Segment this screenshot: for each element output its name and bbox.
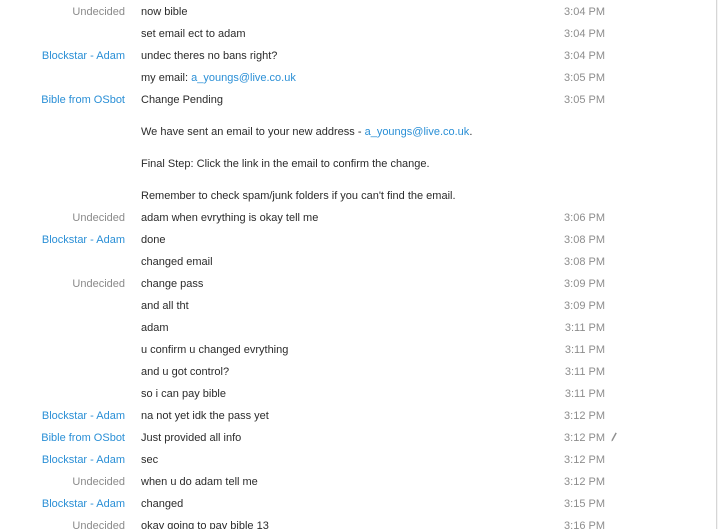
message-text: Final Step: Click the link in the email …: [141, 158, 430, 170]
timestamp: 3:08 PM: [564, 234, 605, 246]
message-row: and u got control? 3:11 PM: [0, 361, 716, 383]
timestamp: 3:04 PM: [564, 50, 605, 62]
message-row: Blockstar - Adam changed 3:15 PM: [0, 493, 716, 515]
timestamp: 3:12 PM: [564, 454, 605, 466]
message-row: Blockstar - Adam undec theres no bans ri…: [0, 45, 716, 67]
message-text: Just provided all info: [141, 432, 242, 444]
message-text: my email: a_youngs@live.co.uk: [141, 72, 296, 84]
message-text-prefix: We have sent an email to your new addres…: [141, 126, 365, 138]
message-row: u confirm u changed evrything 3:11 PM: [0, 339, 716, 361]
message-text: sec: [141, 454, 159, 466]
timestamp: 3:04 PM: [564, 28, 605, 40]
message-row: Blockstar - Adam na not yet idk the pass…: [0, 405, 716, 427]
sender-name[interactable]: Undecided: [0, 520, 125, 529]
sender-name[interactable]: Undecided: [0, 6, 125, 18]
message-row: Undecided okay going to pay bible 13 3:1…: [0, 515, 716, 529]
message-text: undec theres no bans right?: [141, 50, 278, 62]
message-row: changed email 3:08 PM: [0, 251, 716, 273]
message-text: changed email: [141, 256, 213, 268]
timestamp: 3:11 PM: [564, 344, 605, 356]
message-row: Undecided now bible 3:04 PM: [0, 1, 716, 23]
sender-name[interactable]: Undecided: [0, 278, 125, 290]
timestamp: 3:09 PM: [564, 278, 605, 290]
message-text: Remember to check spam/junk folders if y…: [141, 190, 456, 202]
timestamp: 3:08 PM: [564, 256, 605, 268]
message-row: my email: a_youngs@live.co.uk 3:05 PM: [0, 67, 716, 89]
message-text: okay going to pay bible 13: [141, 520, 269, 529]
sender-name[interactable]: Undecided: [0, 212, 125, 224]
email-link[interactable]: a_youngs@live.co.uk: [365, 126, 470, 138]
message-text: done: [141, 234, 166, 246]
message-text: now bible: [141, 6, 188, 18]
sender-name[interactable]: Blockstar - Adam: [0, 234, 125, 246]
timestamp: 3:12 PM: [564, 432, 605, 444]
timestamp: 3:09 PM: [564, 300, 605, 312]
message-row: We have sent an email to your new addres…: [0, 111, 716, 143]
message-text: changed: [141, 498, 184, 510]
message-text: when u do adam tell me: [141, 476, 258, 488]
message-text: na not yet idk the pass yet: [141, 410, 269, 422]
timestamp: 3:06 PM: [564, 212, 605, 224]
message-row: set email ect to adam 3:04 PM: [0, 23, 716, 45]
message-text: Change Pending: [141, 94, 223, 106]
message-row: Undecided adam when evrything is okay te…: [0, 207, 716, 229]
message-text: so i can pay bible: [141, 388, 226, 400]
timestamp: 3:16 PM: [564, 520, 605, 529]
message-row: Bible from OSbot Just provided all info …: [0, 427, 716, 449]
message-text-prefix: my email:: [141, 72, 192, 84]
message-row: Blockstar - Adam sec 3:12 PM: [0, 449, 716, 471]
message-row: Bible from OSbot Change Pending 3:05 PM: [0, 89, 716, 111]
timestamp: 3:12 PM: [564, 476, 605, 488]
timestamp: 3:15 PM: [564, 498, 605, 510]
sender-name[interactable]: Blockstar - Adam: [0, 50, 125, 62]
message-row: Blockstar - Adam done 3:08 PM: [0, 229, 716, 251]
timestamp: 3:11 PM: [564, 388, 605, 400]
pencil-icon[interactable]: [611, 432, 617, 442]
timestamp: 3:05 PM: [564, 94, 605, 106]
message-text: We have sent an email to your new addres…: [141, 126, 472, 138]
sender-name[interactable]: Undecided: [0, 476, 125, 488]
timestamp: 3:11 PM: [564, 322, 605, 334]
sender-name[interactable]: Bible from OSbot: [0, 94, 125, 106]
message-row: adam 3:11 PM: [0, 317, 716, 339]
timestamp: 3:12 PM: [564, 410, 605, 422]
message-text: and u got control?: [141, 366, 230, 378]
sender-name[interactable]: Blockstar - Adam: [0, 454, 125, 466]
message-row: so i can pay bible 3:11 PM: [0, 383, 716, 405]
timestamp: 3:11 PM: [564, 366, 605, 378]
message-row: Remember to check spam/junk folders if y…: [0, 175, 716, 207]
message-row: Undecided change pass 3:09 PM: [0, 273, 716, 295]
sender-name[interactable]: Blockstar - Adam: [0, 498, 125, 510]
message-text: set email ect to adam: [141, 28, 246, 40]
message-text: adam: [141, 322, 169, 334]
message-text: change pass: [141, 278, 204, 290]
sender-name[interactable]: Blockstar - Adam: [0, 410, 125, 422]
message-text: adam when evrything is okay tell me: [141, 212, 319, 224]
message-text: and all tht: [141, 300, 189, 312]
message-row: and all tht 3:09 PM: [0, 295, 716, 317]
message-row: Undecided when u do adam tell me 3:12 PM: [0, 471, 716, 493]
message-text: u confirm u changed evrything: [141, 344, 289, 356]
email-link[interactable]: a_youngs@live.co.uk: [191, 72, 296, 84]
timestamp: 3:05 PM: [564, 72, 605, 84]
timestamp: 3:04 PM: [564, 6, 605, 18]
chat-transcript: Undecided now bible 3:04 PM set email ec…: [0, 1, 716, 529]
sender-name[interactable]: Bible from OSbot: [0, 432, 125, 444]
message-row: Final Step: Click the link in the email …: [0, 143, 716, 175]
message-text-suffix: .: [469, 126, 473, 138]
